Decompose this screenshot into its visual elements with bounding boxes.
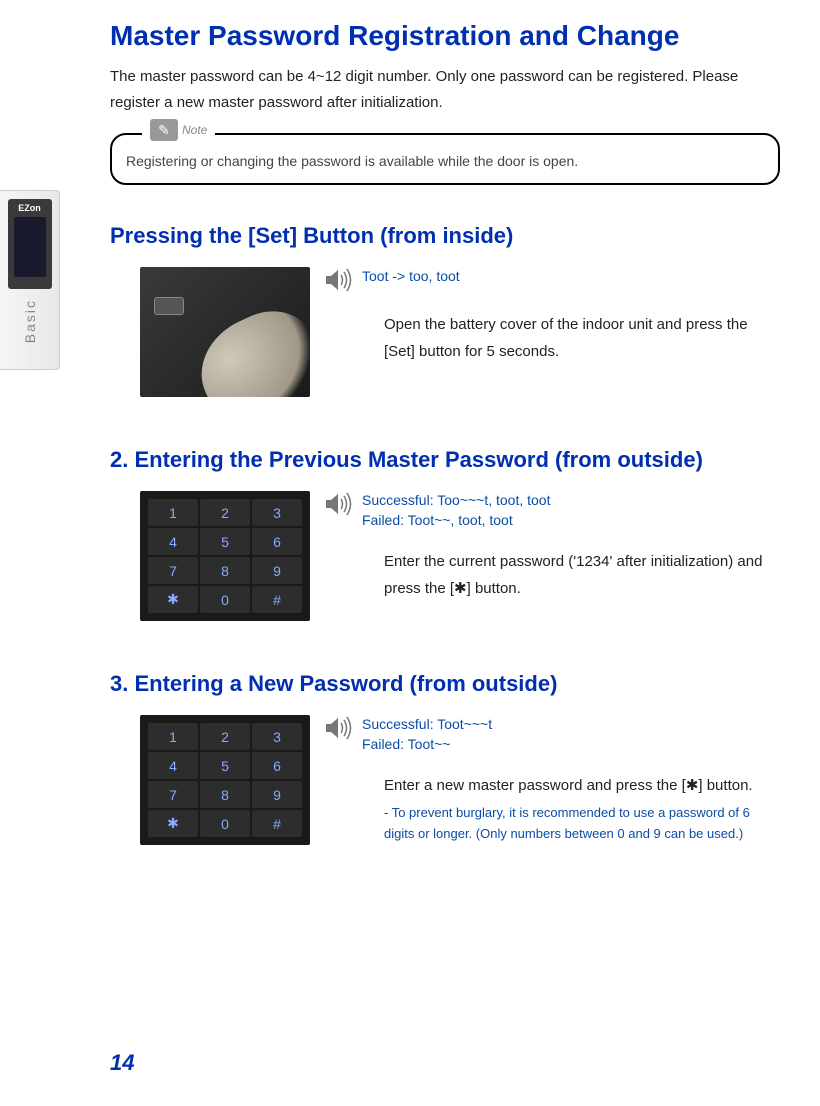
section-1-title: Pressing the [Set] Button (from inside) [110, 223, 780, 249]
intro-paragraph: The master password can be 4~12 digit nu… [110, 64, 780, 115]
step-1-image [140, 267, 310, 397]
note-label: Note [182, 123, 207, 137]
keypad-key: 0 [200, 586, 250, 613]
keypad-key: 3 [252, 499, 302, 526]
page-number: 14 [110, 1050, 134, 1076]
speaker-icon [324, 715, 354, 741]
keypad-key: 4 [148, 528, 198, 555]
keypad-key: 6 [252, 528, 302, 555]
step-3-block: 1 2 3 4 5 6 7 8 9 ✱ 0 # Successful: Toot… [140, 715, 780, 845]
speaker-icon [324, 491, 354, 517]
step-3-content: Successful: Toot~~~t Failed: Toot~~ Ente… [324, 715, 780, 845]
keypad-key: # [252, 586, 302, 613]
keypad-key: 4 [148, 752, 198, 779]
page-title: Master Password Registration and Change [110, 20, 780, 52]
step-2-keypad-image: 1 2 3 4 5 6 7 8 9 ✱ 0 # [140, 491, 310, 621]
step-2-block: 1 2 3 4 5 6 7 8 9 ✱ 0 # Successful: Too~… [140, 491, 780, 621]
step-3-sound-row: Successful: Toot~~~t Failed: Toot~~ [324, 715, 780, 754]
note-box: ✎ Note Registering or changing the passw… [110, 133, 780, 185]
keypad-key: # [252, 810, 302, 837]
step-2-instruction: Enter the current password ('1234' after… [324, 548, 780, 602]
step-2-content: Successful: Too~~~t, toot, toot Failed: … [324, 491, 780, 621]
section-3-title: 3. Entering a New Password (from outside… [110, 671, 780, 697]
step-3-sound-success: Successful: Toot~~~t [362, 715, 492, 735]
section-2-title: 2. Entering the Previous Master Password… [110, 447, 780, 473]
keypad-key: 7 [148, 781, 198, 808]
note-text: Registering or changing the password is … [126, 153, 578, 169]
step-3-instruction: Enter a new master password and press th… [324, 772, 780, 799]
step-1-sound-row: Toot -> too, toot [324, 267, 780, 293]
step-1-content: Toot -> too, toot Open the battery cover… [324, 267, 780, 397]
keypad-key: 8 [200, 557, 250, 584]
keypad-key: 7 [148, 557, 198, 584]
keypad-key: 2 [200, 499, 250, 526]
side-tab-label: Basic [22, 299, 38, 343]
step-3-sound-failed: Failed: Toot~~ [362, 735, 492, 755]
keypad-key: 8 [200, 781, 250, 808]
product-thumbnail: EZon [8, 199, 52, 289]
note-badge: ✎ Note [142, 119, 215, 141]
pencil-icon: ✎ [150, 119, 178, 141]
step-3-sound-text: Successful: Toot~~~t Failed: Toot~~ [362, 715, 492, 754]
product-thumbnail-screen [14, 217, 46, 277]
side-tab: EZon Basic [0, 190, 60, 370]
keypad-key: 0 [200, 810, 250, 837]
keypad-key: 5 [200, 528, 250, 555]
keypad-key: 1 [148, 723, 198, 750]
keypad-key: ✱ [148, 586, 198, 613]
keypad-key: 5 [200, 752, 250, 779]
keypad-key: 1 [148, 499, 198, 526]
keypad-key: 3 [252, 723, 302, 750]
speaker-icon [324, 267, 354, 293]
step-2-sound-failed: Failed: Toot~~, toot, toot [362, 511, 550, 531]
keypad-key: 2 [200, 723, 250, 750]
step-2-sound-text: Successful: Too~~~t, toot, toot Failed: … [362, 491, 550, 530]
product-logo-text: EZon [18, 203, 41, 213]
keypad-key: 6 [252, 752, 302, 779]
step-1-sound-text: Toot -> too, toot [362, 267, 460, 287]
step-3-keypad-image: 1 2 3 4 5 6 7 8 9 ✱ 0 # [140, 715, 310, 845]
step-1-block: Toot -> too, toot Open the battery cover… [140, 267, 780, 397]
step-1-instruction: Open the battery cover of the indoor uni… [324, 311, 780, 365]
step-3-tip: - To prevent burglary, it is recommended… [324, 803, 780, 845]
step-2-sound-success: Successful: Too~~~t, toot, toot [362, 491, 550, 511]
step-2-sound-row: Successful: Too~~~t, toot, toot Failed: … [324, 491, 780, 530]
keypad-key: 9 [252, 781, 302, 808]
keypad-key: ✱ [148, 810, 198, 837]
keypad-key: 9 [252, 557, 302, 584]
